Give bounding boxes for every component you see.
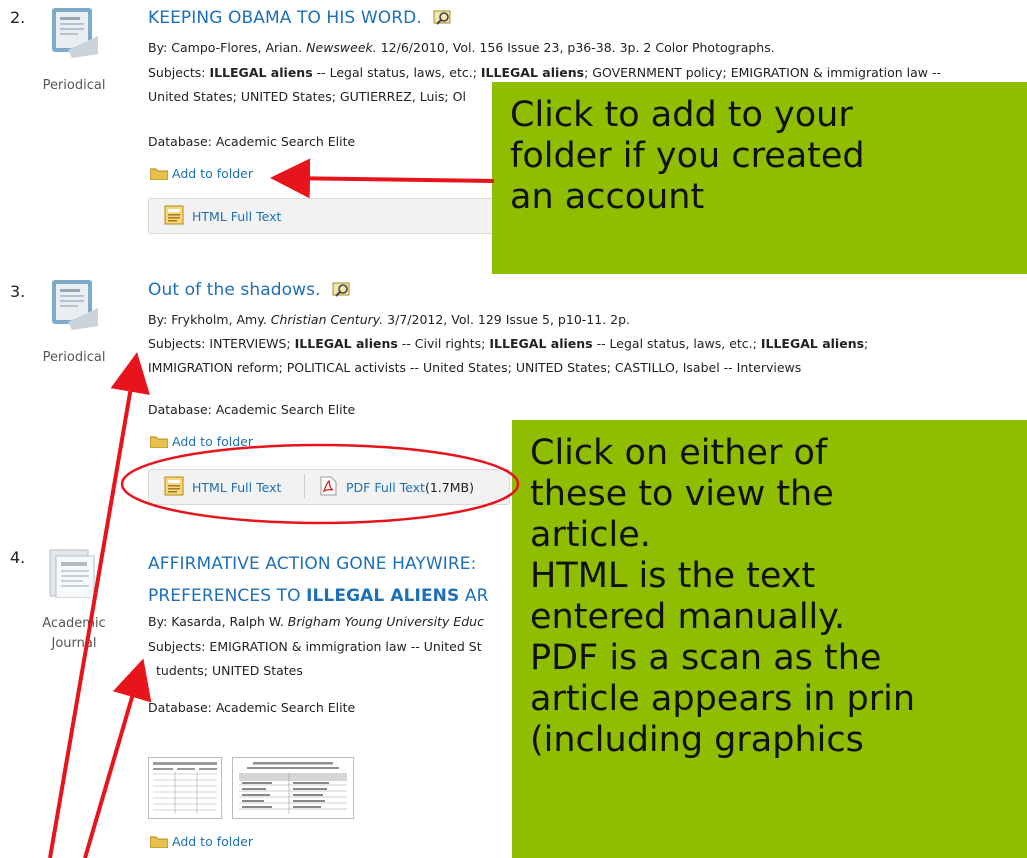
arrow-to-subjects-result-3 (48, 352, 150, 858)
annotation-overlay (48, 158, 520, 858)
full-text-highlight-circle (120, 443, 520, 525)
arrow-to-subjects-result-4 (83, 658, 152, 858)
arrow-to-add-to-folder (270, 158, 495, 199)
